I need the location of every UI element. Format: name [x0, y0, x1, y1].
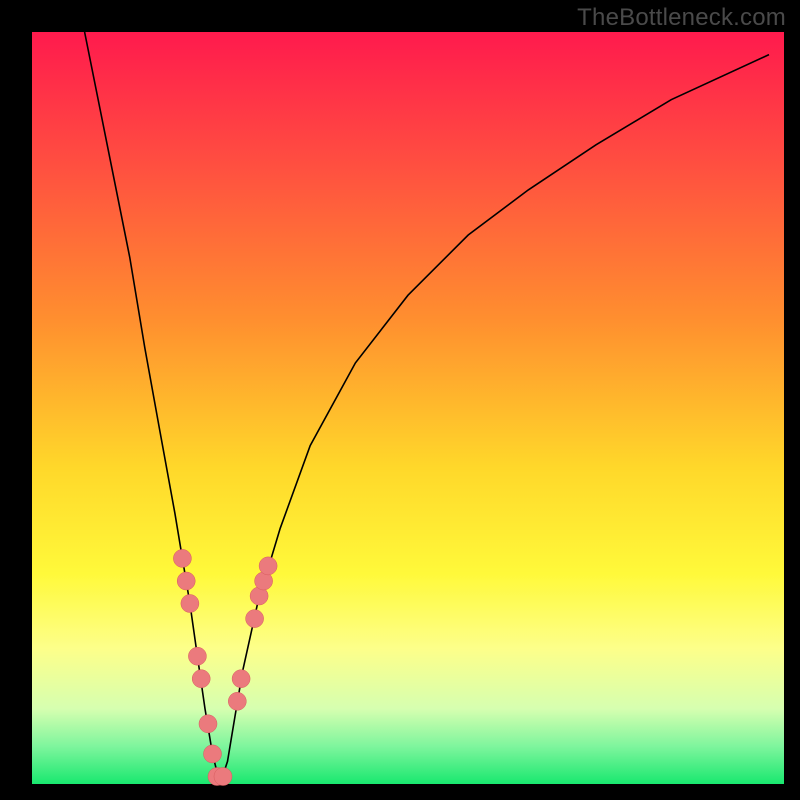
bottleneck-curve: [85, 32, 769, 784]
highlight-markers: [173, 549, 277, 785]
marker-point: [232, 670, 250, 688]
marker-point: [246, 610, 264, 628]
marker-point: [199, 715, 217, 733]
marker-point: [214, 768, 232, 786]
marker-point: [192, 670, 210, 688]
chart-svg: [0, 0, 800, 800]
marker-point: [188, 647, 206, 665]
marker-point: [259, 557, 277, 575]
marker-point: [173, 549, 191, 567]
marker-point: [228, 692, 246, 710]
marker-point: [177, 572, 195, 590]
marker-point: [204, 745, 222, 763]
marker-point: [181, 595, 199, 613]
outer-frame: TheBottleneck.com: [0, 0, 800, 800]
